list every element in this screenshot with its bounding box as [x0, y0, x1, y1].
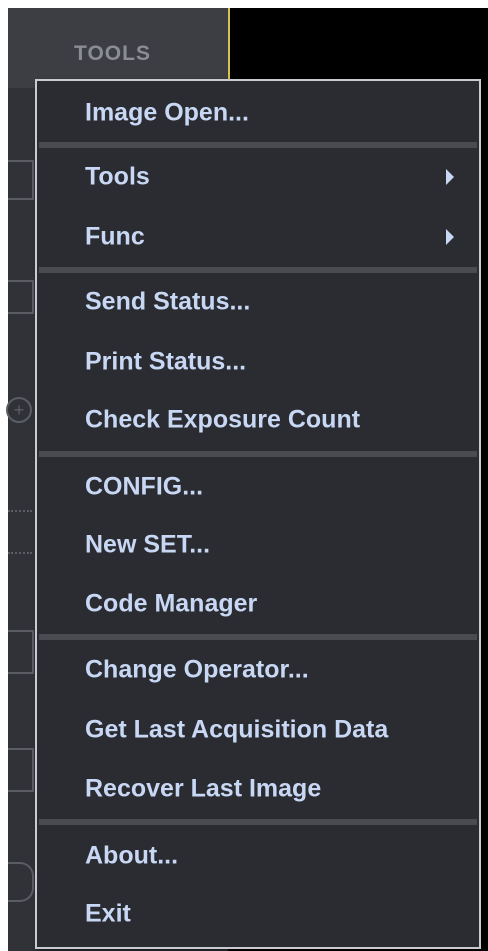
menu-item-label: Get Last Acquisition Data: [85, 715, 389, 744]
menu-item-print-status[interactable]: Print Status...: [37, 333, 479, 391]
graph-icon[interactable]: [8, 280, 34, 314]
menu-item-label: CONFIG...: [85, 472, 204, 501]
tools-tab[interactable]: TOOLS: [8, 8, 228, 88]
context-menu: Image Open... Tools Func Send Status... …: [35, 79, 481, 949]
menu-item-about[interactable]: About...: [37, 827, 479, 885]
menu-item-func[interactable]: Func: [37, 208, 479, 266]
menu-item-new-set[interactable]: New SET...: [37, 516, 479, 574]
hand-icon[interactable]: [8, 862, 34, 902]
menu-item-label: Func: [85, 222, 145, 251]
menu-item-get-last-acquisition-data[interactable]: Get Last Acquisition Data: [37, 701, 479, 759]
menu-item-label: Change Operator...: [85, 655, 309, 684]
divider-dash: [8, 510, 32, 512]
menu-item-recover-last-image[interactable]: Recover Last Image: [37, 760, 479, 818]
viewport-border-line: [228, 8, 230, 88]
menu-item-label: New SET...: [85, 530, 211, 559]
app-window: TOOLS + Image Open... Tools Func Send St…: [0, 0, 488, 951]
menu-item-label: Print Status...: [85, 347, 247, 376]
menu-item-change-operator[interactable]: Change Operator...: [37, 641, 479, 699]
submenu-arrow-icon: [446, 169, 454, 185]
menu-item-label: Code Manager: [85, 589, 258, 618]
menu-item-label: Check Exposure Count: [85, 405, 361, 434]
menu-item-label: Exit: [85, 899, 131, 928]
menu-item-config[interactable]: CONFIG...: [37, 458, 479, 516]
tools-tab-label: TOOLS: [74, 42, 151, 65]
menu-item-check-exposure-count[interactable]: Check Exposure Count: [37, 391, 479, 449]
divider-dash: [8, 552, 32, 554]
menu-separator: [39, 819, 477, 825]
layout-icon[interactable]: [8, 160, 34, 200]
window-icon[interactable]: [8, 748, 34, 792]
menu-item-label: Tools: [85, 162, 150, 191]
frame-icon[interactable]: [8, 630, 34, 674]
menu-item-send-status[interactable]: Send Status...: [37, 273, 479, 331]
menu-item-image-open[interactable]: Image Open...: [37, 84, 479, 142]
menu-item-label: Recover Last Image: [85, 774, 322, 803]
menu-separator: [39, 451, 477, 457]
menu-item-label: About...: [85, 841, 179, 870]
menu-item-tools[interactable]: Tools: [37, 148, 479, 206]
menu-item-exit[interactable]: Exit: [37, 885, 479, 943]
menu-separator: [39, 634, 477, 640]
menu-item-code-manager[interactable]: Code Manager: [37, 575, 479, 633]
zoom-in-icon[interactable]: +: [6, 397, 32, 423]
menu-item-label: Image Open...: [85, 98, 249, 127]
submenu-arrow-icon: [446, 229, 454, 245]
menu-item-label: Send Status...: [85, 287, 251, 316]
